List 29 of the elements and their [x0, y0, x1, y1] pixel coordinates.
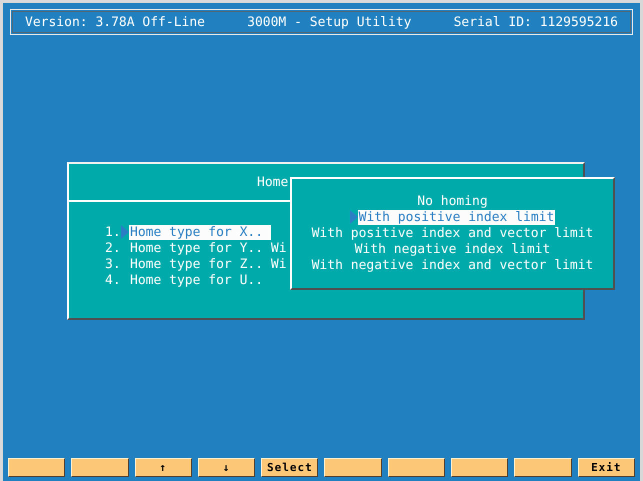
function-key[interactable]	[324, 458, 382, 477]
pointer-icon	[350, 210, 358, 224]
option-item[interactable]: With positive index and vector limit	[310, 226, 594, 240]
item-number: 1.	[105, 224, 121, 240]
option-item[interactable]: No homing	[416, 194, 489, 208]
option-item[interactable]: With negative index limit	[354, 242, 552, 256]
function-key[interactable]: Select	[261, 458, 318, 477]
menu-item[interactable]: Home type for U..	[129, 272, 266, 288]
option-item[interactable]: With positive index limit	[358, 210, 556, 224]
function-key[interactable]	[388, 458, 446, 477]
function-key[interactable]	[451, 458, 508, 477]
function-key[interactable]: ↑	[134, 458, 192, 477]
function-key[interactable]	[71, 458, 129, 477]
option-item[interactable]: With negative index and vector limit	[310, 258, 594, 272]
app-title: 3000M - Setup Utility	[247, 14, 412, 30]
serial-text: Serial ID: 1129595216	[454, 14, 618, 30]
menu-item[interactable]: Home type for Z.. Wi	[129, 256, 289, 272]
item-number: 3.	[105, 256, 121, 272]
item-number: 4.	[105, 272, 121, 288]
function-key[interactable]	[8, 458, 66, 477]
menu-item[interactable]: Home type for X..	[129, 224, 272, 240]
function-key[interactable]: Exit	[578, 458, 635, 477]
pointer-icon	[121, 225, 129, 239]
dialog-title: Home	[257, 174, 288, 190]
version-text: Version: 3.78A Off-Line	[25, 14, 206, 30]
menu-item[interactable]: Home type for Y.. Wi	[129, 240, 289, 256]
function-key[interactable]	[514, 458, 572, 477]
item-number: 2.	[105, 240, 121, 256]
function-key[interactable]: ↓	[198, 458, 256, 477]
